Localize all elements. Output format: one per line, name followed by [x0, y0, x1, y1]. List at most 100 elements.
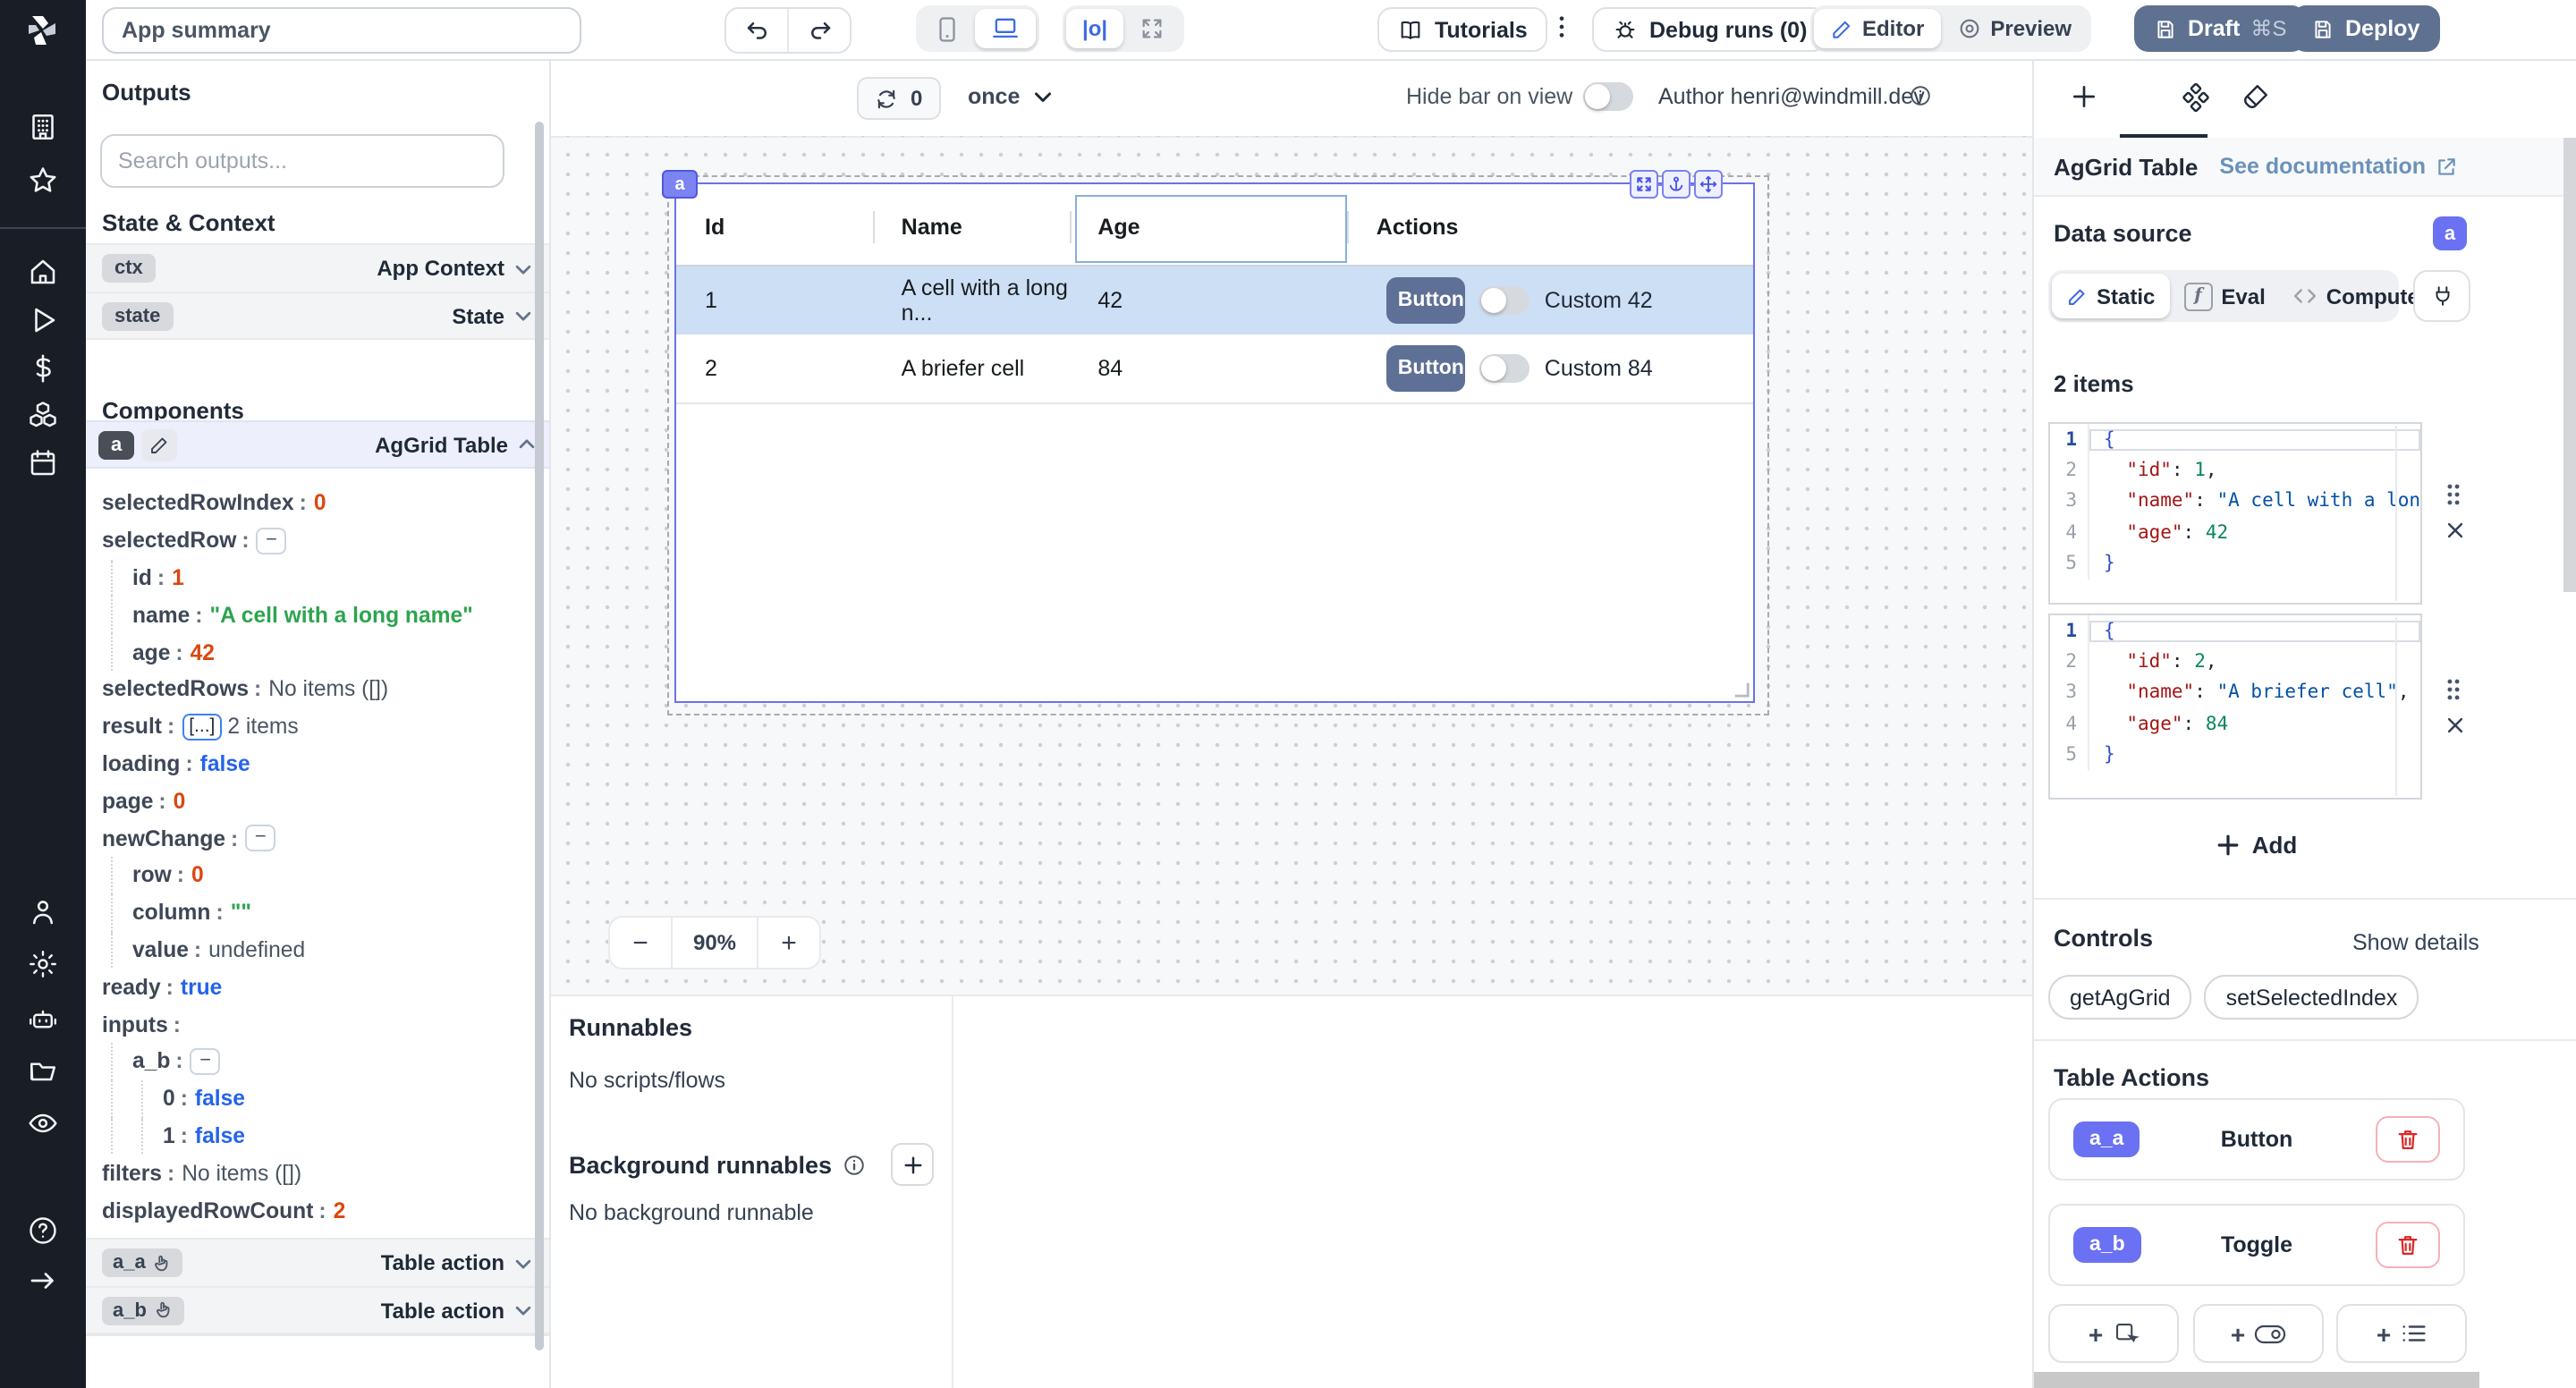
collapse-node-button[interactable]: −: [257, 527, 287, 554]
deploy-button[interactable]: Deploy: [2292, 5, 2439, 52]
output-tree-row[interactable]: page:0: [86, 783, 535, 820]
output-tree-row[interactable]: age:42: [86, 633, 535, 671]
zoom-out-button[interactable]: −: [608, 916, 673, 969]
table-action-output-row[interactable]: a_b Table action: [86, 1286, 549, 1334]
cell-name[interactable]: A briefer cell: [873, 334, 1070, 402]
column-header-name[interactable]: Name: [873, 188, 1070, 265]
runs-play-icon[interactable]: [27, 304, 59, 336]
undo-button[interactable]: [726, 9, 787, 52]
row-action-toggle[interactable]: [1480, 354, 1530, 383]
app-summary-input[interactable]: [102, 7, 581, 54]
drag-handle-icon[interactable]: [2445, 483, 2462, 506]
home-icon[interactable]: [27, 256, 59, 288]
output-tree-row[interactable]: column:"": [86, 894, 535, 932]
output-tree-row[interactable]: 1:false: [86, 1117, 535, 1155]
row-action-toggle[interactable]: [1480, 286, 1530, 315]
anchor-component-button[interactable]: [1662, 170, 1690, 199]
resources-cubes-icon[interactable]: [27, 399, 59, 431]
output-tree-row[interactable]: name:"A cell with a long name": [86, 597, 535, 634]
desktop-view-button[interactable]: [975, 9, 1036, 48]
collapse-node-button[interactable]: −: [245, 825, 275, 851]
output-tree-row[interactable]: loading:false: [86, 745, 535, 783]
output-tree-row[interactable]: newChange:−: [86, 819, 535, 857]
output-tree-row[interactable]: a_b:−: [86, 1043, 535, 1080]
collapse-arrow-icon[interactable]: [27, 1265, 59, 1297]
component-tag[interactable]: a: [662, 170, 698, 199]
add-select-action[interactable]: +: [2336, 1304, 2467, 1363]
tutorials-button[interactable]: Tutorials: [1377, 7, 1547, 52]
expand-array-button[interactable]: [...]: [182, 713, 222, 740]
code-line[interactable]: 4 "age": 84: [2050, 708, 2420, 740]
code-line[interactable]: 5 }: [2050, 548, 2420, 580]
schedules-calendar-icon[interactable]: [27, 447, 59, 479]
tab-preview[interactable]: Preview: [1940, 9, 2088, 48]
info-icon[interactable]: [1909, 84, 1932, 107]
fullwidth-button[interactable]: [1123, 9, 1181, 48]
resize-handle[interactable]: [1733, 681, 1750, 698]
collapse-node-button[interactable]: −: [191, 1048, 221, 1075]
output-tree-row[interactable]: value:undefined: [86, 931, 535, 969]
aggrid-row[interactable]: 2 A briefer cell 84 Button Custom 84: [676, 334, 1753, 404]
output-tree-row[interactable]: 0:false: [86, 1080, 535, 1118]
code-line[interactable]: 3 "name": "A briefer cell",: [2050, 678, 2420, 709]
add-background-runnable-button[interactable]: [891, 1143, 934, 1186]
frequency-dropdown[interactable]: once: [968, 77, 1054, 116]
code-line[interactable]: 1 {: [2050, 424, 2420, 455]
row-action-button[interactable]: Button: [1387, 277, 1466, 324]
user-icon[interactable]: [27, 896, 59, 928]
hide-bar-toggle[interactable]: [1583, 82, 1633, 111]
workspace-icon[interactable]: [27, 111, 59, 143]
tab-component-settings-icon[interactable]: [2181, 82, 2211, 113]
aggrid-row[interactable]: 1 A cell with a long n... 42 Button Cust…: [676, 267, 1753, 334]
row-action-button[interactable]: Button: [1387, 345, 1466, 392]
output-tree-row[interactable]: selectedRow:−: [86, 522, 535, 560]
move-component-button[interactable]: [1694, 170, 1723, 199]
column-header-id[interactable]: Id: [676, 188, 873, 265]
see-documentation-link[interactable]: See documentation: [2219, 154, 2458, 179]
robot-icon[interactable]: [27, 1003, 59, 1036]
draft-button[interactable]: Draft ⌘S: [2134, 5, 2306, 52]
cell-id[interactable]: 1: [676, 267, 873, 334]
control-pill-getAgGrid[interactable]: getAgGrid: [2048, 975, 2192, 1020]
delete-action-button[interactable]: [2376, 1222, 2440, 1268]
output-tree-row[interactable]: selectedRows:No items ([]): [86, 671, 535, 708]
mode-static[interactable]: Static: [2052, 274, 2169, 318]
mode-compute[interactable]: Compute: [2280, 274, 2434, 318]
add-toggle-action[interactable]: +: [2193, 1304, 2324, 1363]
horizontal-scrollbar[interactable]: [2034, 1372, 2479, 1388]
drag-handle-icon[interactable]: [2445, 678, 2462, 701]
center-content-button[interactable]: |o|: [1066, 9, 1123, 48]
folder-icon[interactable]: [27, 1055, 59, 1088]
json-editor-item-1[interactable]: 1 { 2 "id": 1, 3 "name": "A cell with a …: [2048, 422, 2422, 605]
output-tree-row[interactable]: inputs:: [86, 1005, 535, 1043]
code-line[interactable]: 1 {: [2050, 615, 2420, 647]
output-tree-row[interactable]: result:[...]2 items: [86, 708, 535, 746]
table-action-output-row[interactable]: a_a Table action: [86, 1238, 549, 1286]
expand-component-button[interactable]: [1630, 170, 1658, 199]
output-tree-row[interactable]: displayedRowCount:2: [86, 1191, 535, 1229]
remove-item-icon[interactable]: [2445, 715, 2465, 735]
add-button-action[interactable]: +: [2048, 1304, 2179, 1363]
json-editor-item-2[interactable]: 1 { 2 "id": 2, 3 "name": "A briefer cell…: [2048, 614, 2422, 800]
zoom-in-button[interactable]: +: [757, 916, 821, 969]
output-tree-row[interactable]: selectedRowIndex:0: [86, 485, 535, 522]
cell-age[interactable]: 42: [1069, 267, 1347, 334]
variables-dollar-icon[interactable]: [27, 352, 59, 385]
gear-icon[interactable]: [27, 948, 59, 980]
eye-icon[interactable]: [27, 1107, 59, 1139]
output-tree-row[interactable]: row:0: [86, 857, 535, 894]
remove-item-icon[interactable]: [2445, 520, 2465, 540]
help-icon[interactable]: [27, 1214, 59, 1247]
ctx-row[interactable]: ctx App Context: [86, 243, 549, 292]
debug-runs-button[interactable]: Debug runs (0): [1592, 7, 1826, 52]
code-line[interactable]: 2 "id": 1,: [2050, 455, 2420, 487]
redo-button[interactable]: [787, 9, 850, 52]
delete-action-button[interactable]: [2376, 1116, 2440, 1163]
search-outputs-input[interactable]: [100, 134, 504, 188]
mobile-view-button[interactable]: [919, 9, 975, 48]
output-tree-row[interactable]: filters:No items ([]): [86, 1155, 535, 1192]
output-tree-row[interactable]: id:1: [86, 559, 535, 597]
code-line[interactable]: 5 }: [2050, 740, 2420, 771]
mode-eval[interactable]: f Eval: [2169, 274, 2279, 318]
rename-pencil-icon[interactable]: [141, 428, 177, 461]
